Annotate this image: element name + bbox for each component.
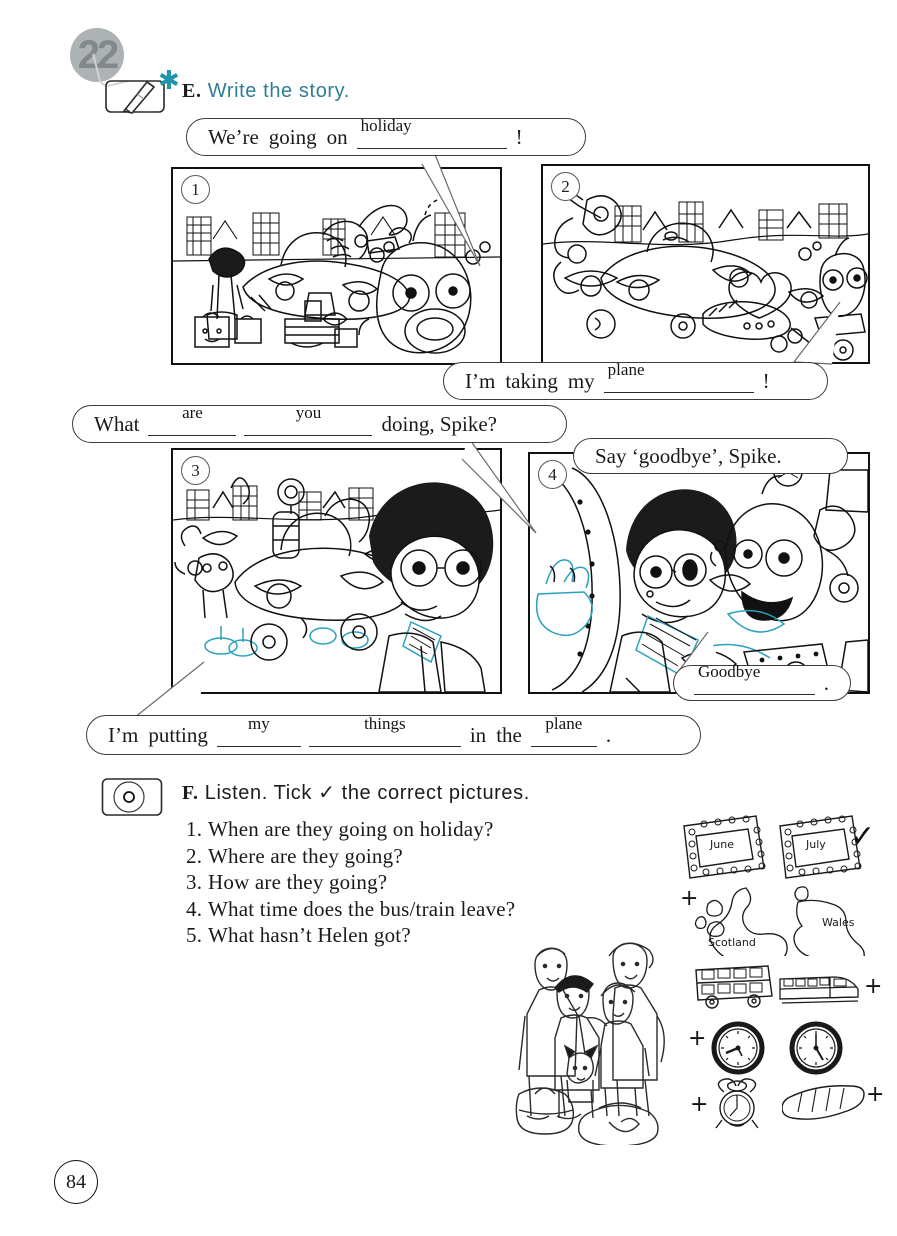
speech-bubble-6: I’m putting my things in the plane . xyxy=(86,714,701,755)
plus-mark-bread: + xyxy=(866,1082,885,1107)
page-number: 84 xyxy=(54,1160,98,1204)
answer-blank[interactable]: plane xyxy=(530,714,597,747)
cd-icon xyxy=(101,777,163,817)
calendar-june-label: June xyxy=(710,838,734,851)
speech-bubble-4: Say ‘goodbye’, Spike. xyxy=(573,438,848,474)
bubble-word: ! xyxy=(762,368,770,393)
family-with-luggage-illustration xyxy=(505,930,685,1147)
tick-icon: ✓ xyxy=(850,819,876,854)
plus-mark-alarm: + xyxy=(690,1092,709,1117)
bubble-word: putting xyxy=(148,722,208,747)
bubble-word: ! xyxy=(515,124,523,149)
answer-blank[interactable]: Goodbye xyxy=(694,662,815,695)
bubble-word: I’m xyxy=(108,722,139,747)
bubble-word: taking xyxy=(505,368,558,393)
panel-number: 1 xyxy=(181,175,210,204)
question-text: What time does the bus/train leave? xyxy=(208,896,516,921)
map-wales-label: Wales xyxy=(822,916,855,929)
bubble-word: Say ‘goodbye’, Spike. xyxy=(595,443,782,468)
map-scotland-label: Scotland xyxy=(708,936,756,949)
pencil-icon xyxy=(104,78,166,114)
question-text: Where are they going? xyxy=(208,843,403,868)
bubble-word: my xyxy=(567,368,595,393)
workbook-page: 22 ✱ E. Write the story. 1 2 3 4 We’re g… xyxy=(0,0,897,1236)
clock-two[interactable] xyxy=(788,1020,844,1076)
bubble-tail-2 xyxy=(792,301,841,365)
question-number: 1. xyxy=(186,817,203,841)
alarm-clock-icon[interactable] xyxy=(708,1076,766,1134)
answer-blank[interactable]: things xyxy=(308,714,461,747)
speech-bubble-3: What are you doing, Spike? xyxy=(72,403,567,443)
question-text: What hasn’t Helen got? xyxy=(208,923,411,947)
exercise-f-heading: F. Listen. Tick ✓ the correct pictures. xyxy=(182,780,530,805)
bubble-word: going xyxy=(268,124,317,149)
bread-loaf-icon[interactable] xyxy=(782,1082,870,1124)
bubble-word: . xyxy=(823,670,829,695)
answer-blank[interactable]: holiday xyxy=(356,116,507,149)
bubble-word: the xyxy=(496,722,522,747)
panel-number: 4 xyxy=(538,460,567,489)
exercise-f-question-list: 1. When are they going on holiday? 2. Wher… xyxy=(186,816,515,949)
question-number: 5. xyxy=(186,923,203,947)
list-item: 4. What time does the bus/train leave? xyxy=(186,896,515,923)
unit-number-badge: 22 xyxy=(70,28,124,82)
question-number: 3. xyxy=(186,870,203,894)
bubble-word: We’re xyxy=(208,124,259,149)
answer-blank[interactable]: plane xyxy=(603,360,754,393)
question-text: When are they going on holiday? xyxy=(208,817,494,841)
picture-answer-grid: June July ✓ + Scotland Wales + + + + xyxy=(678,812,884,1142)
question-number: 2. xyxy=(186,843,203,868)
list-item: 1. When are they going on holiday? xyxy=(186,816,515,843)
bubble-word: on xyxy=(326,124,348,149)
bubble-tail-3 xyxy=(461,436,537,534)
question-number: 4. xyxy=(186,896,203,921)
plus-mark-clock-one: + xyxy=(688,1026,707,1051)
bubble-word: in xyxy=(469,722,487,747)
list-item: 5. What hasn’t Helen got? xyxy=(186,922,515,949)
calendar-july-label: July xyxy=(806,838,826,851)
plus-mark-train: + xyxy=(864,974,883,999)
bubble-word: What xyxy=(94,411,140,436)
exercise-e-title: Write the story. xyxy=(207,80,350,102)
list-item: 3. How are they going? xyxy=(186,869,515,896)
bus-icon[interactable] xyxy=(692,960,778,1012)
comic-panel-3: 3 xyxy=(171,448,502,694)
exercise-e-letter: E. xyxy=(182,80,202,102)
speech-bubble-2: I’m taking my plane ! xyxy=(443,360,828,400)
clock-one[interactable] xyxy=(710,1020,766,1076)
speech-bubble-1: We’re going on holiday ! xyxy=(186,116,586,156)
bubble-tail-1 xyxy=(421,151,481,267)
star-icon: ✱ xyxy=(158,66,180,96)
bubble-word: . xyxy=(605,722,612,747)
answer-blank[interactable]: my xyxy=(216,714,301,747)
exercise-f-letter: F. xyxy=(182,782,199,804)
train-icon[interactable] xyxy=(778,967,862,1009)
list-item: 2. Where are they going? xyxy=(186,843,515,870)
bubble-word: I’m xyxy=(465,368,496,393)
question-text: How are they going? xyxy=(208,870,388,894)
panel-number: 3 xyxy=(181,456,210,485)
panel-number: 2 xyxy=(551,172,580,201)
answer-blank[interactable]: you xyxy=(244,403,373,436)
answer-blank[interactable]: are xyxy=(148,403,237,436)
exercise-f-title: Listen. Tick ✓ the correct pictures. xyxy=(204,782,530,804)
exercise-e-heading: E. Write the story. xyxy=(182,80,350,103)
speech-bubble-5: Goodbye . xyxy=(673,662,851,701)
bubble-word: doing, Spike? xyxy=(381,411,497,436)
